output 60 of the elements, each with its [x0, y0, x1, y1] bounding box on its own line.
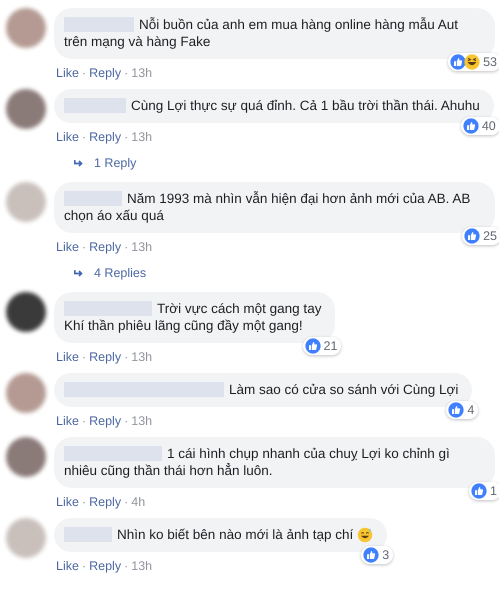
- timestamp[interactable]: 13h: [131, 559, 152, 573]
- reply-arrow-icon: [74, 158, 84, 168]
- separator-dot: ·: [124, 495, 128, 509]
- grinning-sweat-emoji-icon: [357, 527, 374, 543]
- comment-action-link[interactable]: Like: [56, 350, 79, 364]
- thumbs-up-icon: [471, 483, 488, 499]
- comment-text: Làm sao có cửa so sánh với Cùng Lợi: [64, 381, 458, 398]
- reaction-count[interactable]: 1: [469, 482, 499, 500]
- separator-dot: ·: [82, 414, 86, 428]
- timestamp[interactable]: 13h: [131, 414, 152, 428]
- thumbs-up-icon: [448, 402, 464, 418]
- reaction-count[interactable]: 4: [446, 401, 478, 419]
- timestamp[interactable]: 13h: [131, 130, 152, 144]
- thumbs-up-icon: [363, 547, 380, 563]
- separator-dot: ·: [124, 66, 128, 80]
- separator-dot: ·: [82, 495, 86, 509]
- comment-text: Trời vực cách một gang tay Khí thần phiêu lãng cũng đầy một gang!: [64, 300, 322, 334]
- comment-action-link[interactable]: Reply: [89, 559, 122, 573]
- thumbs-up-icon: [450, 54, 466, 70]
- thumbs-up-icon: [464, 228, 480, 244]
- laughing-emoji-icon: [464, 54, 480, 70]
- comment-text: Nhìn ko biết bên nào mới là ảnh tạp chí: [64, 526, 354, 543]
- separator-dot: ·: [82, 240, 86, 254]
- timestamp[interactable]: 4h: [131, 495, 146, 509]
- view-replies-link[interactable]: 1 Reply: [94, 156, 136, 170]
- reaction-count[interactable]: 40: [460, 117, 499, 135]
- comment-action-link[interactable]: Like: [56, 559, 79, 573]
- separator-dot: ·: [82, 350, 86, 364]
- separator-dot: ·: [124, 350, 128, 364]
- separator-dot: ·: [124, 240, 128, 254]
- reaction-count[interactable]: 21: [302, 337, 342, 355]
- comment-action-link[interactable]: Like: [56, 130, 79, 144]
- timestamp[interactable]: 13h: [131, 240, 152, 254]
- thumbs-up-icon: [462, 118, 479, 134]
- comment-action-link[interactable]: Reply: [89, 130, 122, 144]
- timestamp[interactable]: 13h: [131, 66, 152, 80]
- separator-dot: ·: [82, 66, 86, 80]
- reply-arrow-icon: [74, 268, 84, 278]
- separator-dot: ·: [124, 130, 128, 144]
- timestamp[interactable]: 13h: [131, 350, 152, 364]
- comment-action-link[interactable]: Like: [56, 240, 79, 254]
- comment-action-link[interactable]: Reply: [89, 240, 122, 254]
- separator-dot: ·: [124, 559, 128, 573]
- comment-action-link[interactable]: Reply: [89, 495, 122, 509]
- reaction-count[interactable]: 53: [448, 53, 499, 71]
- comment-action-link[interactable]: Like: [56, 66, 79, 80]
- separator-dot: ·: [124, 414, 128, 428]
- comment-action-link[interactable]: Reply: [89, 414, 122, 428]
- avatar[interactable]: [6, 292, 46, 332]
- separator-dot: ·: [82, 559, 86, 573]
- comment-action-link[interactable]: Like: [56, 495, 79, 509]
- comment-action-link[interactable]: Like: [56, 414, 79, 428]
- separator-dot: ·: [82, 130, 86, 144]
- view-replies-link[interactable]: 4 Replies: [94, 266, 146, 280]
- comment-action-link[interactable]: Reply: [89, 66, 122, 80]
- reaction-count[interactable]: 3: [361, 546, 394, 564]
- comment-text: Cùng Lợi thực sự quá đỉnh. Cả 1 bầu trời thần thái. Ahuhu: [64, 97, 480, 114]
- thumbs-up-icon: [304, 338, 321, 354]
- reaction-count[interactable]: 25: [462, 227, 499, 245]
- comment-action-link[interactable]: Reply: [89, 350, 122, 364]
